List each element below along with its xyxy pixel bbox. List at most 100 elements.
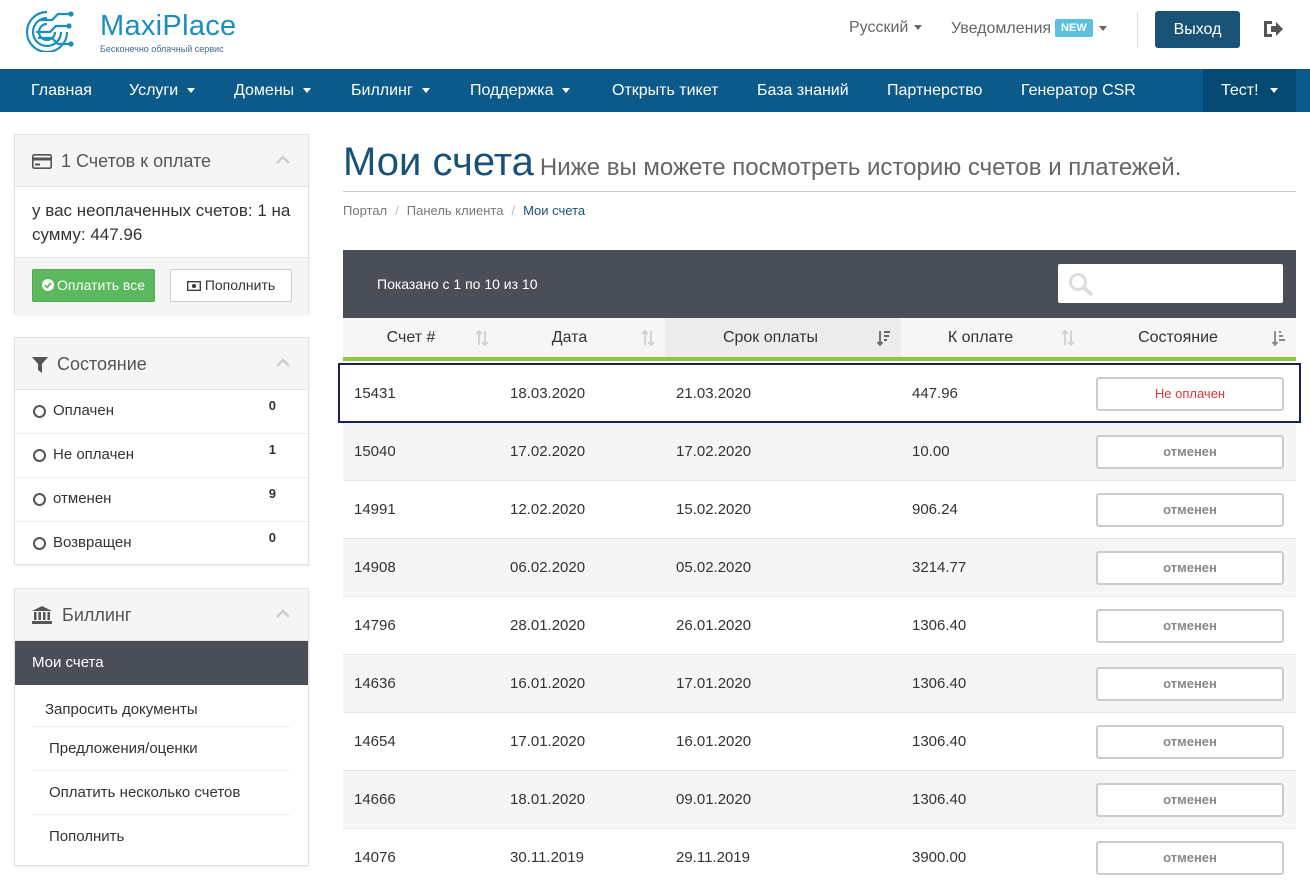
column-header-label: Дата: [551, 329, 588, 346]
table-row[interactable]: 15431 18.03.2020 21.03.2020 447.96 Не оп…: [343, 365, 1296, 423]
table-row[interactable]: 14636 16.01.2020 17.01.2020 1306.40 отме…: [343, 655, 1296, 713]
nav-label: Поддержка: [470, 82, 554, 99]
nav-label: Открыть тикет: [612, 82, 719, 99]
column-header-status[interactable]: Состояние: [1085, 318, 1296, 361]
table-row[interactable]: 14076 30.11.2019 29.11.2019 3900.00 отме…: [343, 829, 1296, 880]
billing-item-my-invoices[interactable]: Мои счета: [15, 641, 308, 685]
logo-circuit-icon: [25, 10, 74, 52]
table-row[interactable]: 14654 17.01.2020 16.01.2020 1306.40 отме…: [343, 713, 1296, 771]
chevron-down-icon: [1098, 26, 1107, 32]
invoices-due-panel: 1 Счетов к оплате у вас неоплаченных сче…: [14, 134, 309, 315]
notifications-dropdown[interactable]: Уведомления NEW: [951, 19, 1107, 38]
notifications-label: Уведомления: [951, 20, 1052, 37]
invoice-amount: 1306.40: [912, 675, 967, 692]
topup-label: Пополнить: [204, 277, 276, 293]
nav-item-open-ticket[interactable]: Открыть тикет: [612, 69, 718, 112]
logout-icon[interactable]: [1262, 19, 1284, 39]
invoice-due-date: 17.02.2020: [676, 443, 752, 460]
column-header-amount[interactable]: К оплате: [901, 318, 1085, 361]
chevron-up-icon[interactable]: [276, 155, 290, 164]
nav-item-billing[interactable]: Биллинг: [351, 69, 430, 112]
nav-item-support[interactable]: Поддержка: [470, 69, 571, 112]
column-header-label: Срок оплаты: [722, 329, 819, 346]
table-search-input[interactable]: [1058, 264, 1283, 303]
billing-item-request-documents[interactable]: Запросить документы: [32, 687, 290, 727]
language-dropdown[interactable]: Русский: [849, 19, 923, 37]
status-filter-cancelled[interactable]: отменен 9: [15, 478, 308, 522]
topup-button[interactable]: Пополнить: [170, 269, 292, 302]
invoice-date: 28.01.2020: [510, 617, 586, 634]
chevron-up-icon[interactable]: [276, 358, 290, 367]
status-badge: отменен: [1096, 435, 1284, 469]
table-info: Показано с 1 по 10 из 10: [377, 276, 538, 292]
header-divider: [1137, 12, 1138, 48]
breadcrumb-separator: /: [511, 203, 516, 218]
panel-header[interactable]: 1 Счетов к оплате: [15, 135, 308, 187]
breadcrumb-portal[interactable]: Портал: [343, 203, 387, 218]
invoice-number: 15040: [354, 443, 396, 460]
sort-icon: [1061, 330, 1075, 346]
billing-item-quotes[interactable]: Предложения/оценки: [32, 727, 290, 771]
breadcrumb-current: Мои счета: [523, 203, 586, 218]
invoice-date: 16.01.2020: [510, 675, 586, 692]
status-badge: отменен: [1096, 841, 1284, 875]
status-badge: отменен: [1096, 551, 1284, 585]
sort-icon: [641, 330, 655, 346]
invoice-amount: 1306.40: [912, 791, 967, 808]
column-header-due-date[interactable]: Срок оплаты: [665, 318, 901, 361]
logo-name: MaxiPlace: [100, 10, 237, 42]
invoice-due-date: 17.01.2020: [676, 675, 752, 692]
invoice-number: 14796: [354, 617, 396, 634]
invoice-number: 14076: [354, 849, 396, 866]
table-row[interactable]: 15040 17.02.2020 17.02.2020 10.00 отмене…: [343, 423, 1296, 481]
status-filter-refunded[interactable]: Возвращен 0: [15, 522, 308, 566]
status-label: отменен: [53, 490, 112, 507]
nav-item-services[interactable]: Услуги: [129, 69, 196, 112]
status-count: 0: [268, 398, 276, 413]
table-row[interactable]: 14991 12.02.2020 15.02.2020 906.24 отмен…: [343, 481, 1296, 539]
status-filter-paid[interactable]: Оплачен 0: [15, 390, 308, 434]
nav-label: Главная: [31, 82, 92, 99]
invoice-date: 17.01.2020: [510, 733, 586, 750]
chevron-up-icon[interactable]: [276, 609, 290, 618]
invoice-due-date: 09.01.2020: [676, 791, 752, 808]
chevron-down-icon: [421, 88, 430, 94]
invoice-date: 12.02.2020: [510, 501, 586, 518]
billing-item-add-funds[interactable]: Пополнить: [32, 815, 290, 859]
pay-all-button[interactable]: Оплатить все: [32, 269, 155, 302]
invoice-amount: 3214.77: [912, 559, 967, 576]
column-header-date[interactable]: Дата: [499, 318, 665, 361]
invoice-date: 17.02.2020: [510, 443, 586, 460]
chevron-down-icon: [187, 88, 196, 94]
billing-item-mass-pay[interactable]: Оплатить несколько счетов: [32, 771, 290, 815]
status-badge: отменен: [1096, 493, 1284, 527]
invoice-number: 14666: [354, 791, 396, 808]
account-label: Тест!: [1221, 82, 1259, 99]
nav-item-csr-generator[interactable]: Генератор CSR: [1021, 69, 1136, 112]
filter-icon: [32, 357, 48, 373]
invoice-due-date: 29.11.2019: [676, 849, 750, 866]
nav-item-home[interactable]: Главная: [31, 69, 92, 112]
invoice-date: 06.02.2020: [510, 559, 586, 576]
language-label: Русский: [849, 19, 909, 36]
nav-item-domains[interactable]: Домены: [234, 69, 312, 112]
panel-header[interactable]: Биллинг: [15, 589, 308, 641]
column-header-invoice-number[interactable]: Счет #: [343, 318, 499, 361]
breadcrumb-client-area[interactable]: Панель клиента: [407, 203, 504, 218]
radio-icon: [33, 449, 46, 462]
nav-item-knowledgebase[interactable]: База знаний: [757, 69, 849, 112]
chevron-down-icon: [303, 88, 312, 94]
status-filter-unpaid[interactable]: Не оплачен 1: [15, 434, 308, 478]
table-row[interactable]: 14666 18.01.2020 09.01.2020 1306.40 отме…: [343, 771, 1296, 829]
panel-header[interactable]: Состояние: [15, 338, 308, 390]
logout-button[interactable]: Выход: [1155, 11, 1240, 48]
table-row[interactable]: 14908 06.02.2020 05.02.2020 3214.77 отме…: [343, 539, 1296, 597]
status-label: Возвращен: [53, 534, 132, 551]
site-logo[interactable]: MaxiPlace Бесконечно облачный сервис: [16, 8, 236, 56]
nav-label: Партнерство: [887, 82, 983, 99]
nav-label: Услуги: [129, 82, 179, 99]
account-dropdown[interactable]: Тест!: [1203, 69, 1296, 112]
table-row[interactable]: 14796 28.01.2020 26.01.2020 1306.40 отме…: [343, 597, 1296, 655]
money-icon: [186, 281, 201, 291]
nav-item-affiliates[interactable]: Партнерство: [887, 69, 982, 112]
